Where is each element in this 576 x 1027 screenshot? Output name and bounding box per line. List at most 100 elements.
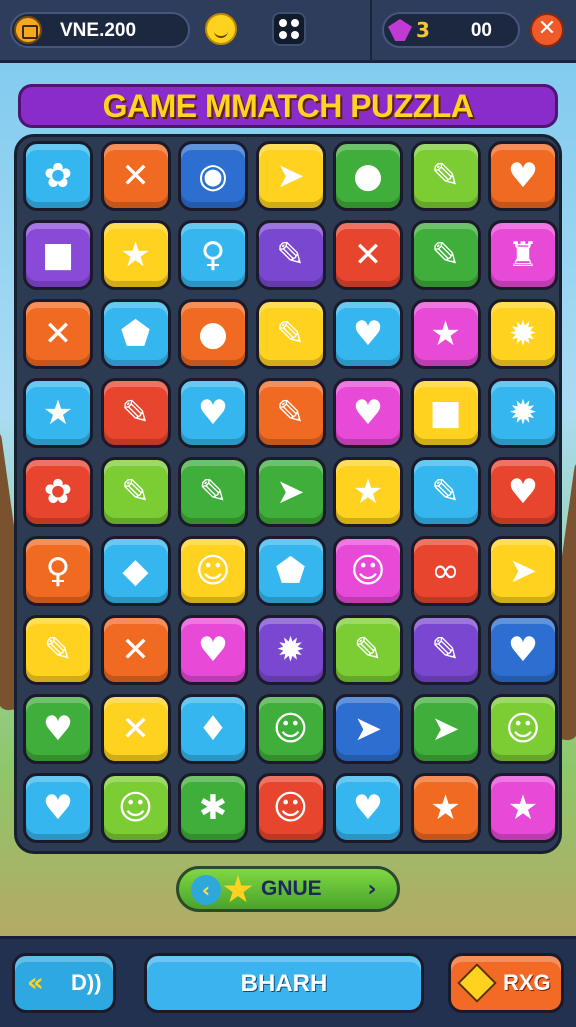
board-tile[interactable]: ♥ [488,615,558,685]
back-button[interactable]: « D)) [12,953,116,1013]
board-tile[interactable]: ★ [410,773,481,843]
board-tile[interactable]: ✕ [23,299,93,369]
close-button[interactable]: ✕ [530,13,564,47]
board-tile[interactable]: ✱ [178,773,248,843]
gear-icon: ✹ [508,314,538,354]
game-title: GAME MMATCH PUZZLA [102,88,474,124]
board-tile[interactable]: ✎ [410,457,481,527]
board-tile[interactable]: ♥ [333,773,403,843]
board-tile[interactable]: ✎ [410,141,481,211]
board-tile[interactable]: ✕ [100,694,171,764]
board-tile[interactable]: ★ [333,457,403,527]
board-tile[interactable]: ➤ [333,694,403,764]
gem-icon: ◆ [122,551,149,591]
board-tile[interactable]: ★ [23,378,93,448]
board-tile[interactable]: ♥ [488,141,558,211]
board-tile[interactable]: ● [333,141,403,211]
board-tile[interactable]: ✎ [410,615,481,685]
board-tile[interactable]: ☺ [100,773,171,843]
board-tile[interactable]: ◆ [100,536,171,606]
board-tile[interactable]: ♀ [178,220,248,290]
board-tile[interactable]: ✕ [100,615,171,685]
gear-icon: ✹ [276,630,305,670]
gear-icon: ✹ [508,393,538,433]
coin-counter[interactable]: VNE.200 [10,12,190,48]
board-tile[interactable]: ♥ [333,299,403,369]
gem-counter[interactable]: 3 00 [382,12,520,48]
pencil-icon: ✎ [431,235,460,275]
heart-icon: ♥ [197,393,229,433]
board-tile[interactable]: ★ [100,220,171,290]
arrow-icon: ➤ [353,709,383,749]
reward-button[interactable]: RXG [448,953,564,1013]
board-tile[interactable]: ☺ [178,536,248,606]
board-tile[interactable]: ⬟ [100,299,171,369]
board-tile[interactable]: ★ [488,773,558,843]
board-tile[interactable]: ✿ [23,141,93,211]
board-tile[interactable]: ➤ [488,536,558,606]
diamond-icon [457,963,497,1003]
board-tile[interactable]: ✹ [255,615,326,685]
board-tile[interactable]: ➤ [410,694,481,764]
board-tile[interactable]: ➤ [255,457,326,527]
pencil-icon: ✎ [121,472,150,512]
board-tile[interactable]: ♥ [23,694,93,764]
board-tile[interactable]: ✎ [178,457,248,527]
smiley-icon: ☺ [350,551,386,591]
board-tile[interactable]: ➤ [255,141,326,211]
board-tile[interactable]: ♜ [488,220,558,290]
pencil-icon: ✎ [198,472,228,512]
board-tile[interactable]: ✹ [488,378,558,448]
board-tile[interactable]: ☺ [333,536,403,606]
board-tile[interactable]: ✎ [333,615,403,685]
board-tile[interactable]: ✎ [410,220,481,290]
board-tile[interactable]: ♥ [488,457,558,527]
board-tile[interactable]: ♥ [333,378,403,448]
level-nav: ‹ GNUE › [176,866,400,912]
board-tile[interactable]: ■ [410,378,481,448]
board-tile[interactable]: ● [178,299,248,369]
gem-value: 00 [470,20,492,41]
heart-icon: ♥ [507,472,539,512]
board-tile[interactable]: ✎ [100,378,171,448]
pencil-icon: ✎ [431,630,460,670]
pencil-icon: ✎ [276,393,305,433]
board-tile[interactable]: ✎ [255,299,326,369]
board-tile[interactable]: ∞ [410,536,481,606]
board-tile[interactable]: ✎ [255,220,326,290]
board-tile[interactable]: ★ [410,299,481,369]
pencil-icon: ✎ [276,235,305,275]
face-icon: ☺ [505,709,541,749]
board-tile[interactable]: ■ [23,220,93,290]
smiley-icon[interactable] [205,13,237,45]
board-tile[interactable]: ✎ [100,457,171,527]
center-button[interactable]: BHARH [144,953,424,1013]
board-tile[interactable]: ♀ [23,536,93,606]
nav-next-button[interactable]: › [357,875,387,905]
board-tile[interactable]: ♦ [178,694,248,764]
board-tile[interactable]: ☺ [488,694,558,764]
ball-icon: ● [198,314,228,354]
heart-icon: ♥ [197,630,229,670]
game-board: ✿ ✕ ◉ ➤ ● ✎ ♥ ■ ★ ♀ ✎ ✕ ✎ ♜ ✕ ⬟ ● ✎ ♥ ★ ✹ ★ ✎ ♥ ✎ ♥ ■ ✹ ✿ ✎ ✎ ➤ ★ ✎ ♥ ♀ ◆ ☺ ⬟ ☺… [14,134,562,854]
board-tile[interactable]: ♥ [23,773,93,843]
board-tile[interactable]: ♥ [178,378,248,448]
board-tile[interactable]: ✹ [488,299,558,369]
star-icon: ★ [507,788,539,828]
dice-icon[interactable] [272,12,306,46]
board-tile[interactable]: ◉ [178,141,248,211]
board-tile[interactable]: ☺ [255,694,326,764]
board-tile[interactable]: ☺ [255,773,326,843]
board-tile[interactable]: ♥ [178,615,248,685]
pin-icon: ♀ [45,551,71,591]
board-tile[interactable]: ⬟ [255,536,326,606]
nav-prev-button[interactable]: ‹ [191,875,221,905]
board-tile[interactable]: ✎ [23,615,93,685]
board-tile[interactable]: ✿ [23,457,93,527]
board-tile[interactable]: ✎ [255,378,326,448]
board-tile[interactable]: ✕ [100,141,171,211]
rewind-icon: « [27,968,44,998]
board-tile[interactable]: ✕ [333,220,403,290]
cake-icon: ♜ [507,235,539,275]
heart-icon: ♥ [42,709,74,749]
